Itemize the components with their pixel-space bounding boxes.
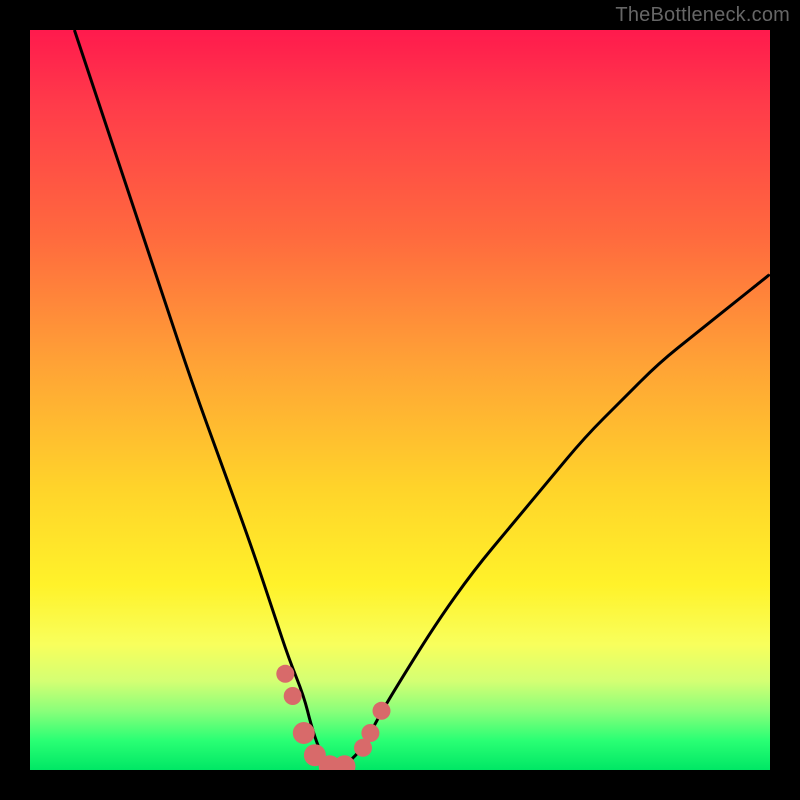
curve-marker bbox=[293, 722, 315, 744]
curve-marker bbox=[373, 702, 391, 720]
curve-marker bbox=[276, 665, 294, 683]
outer-frame: TheBottleneck.com bbox=[0, 0, 800, 800]
curve-marker bbox=[284, 687, 302, 705]
curve-markers bbox=[276, 665, 390, 770]
bottleneck-curve-svg bbox=[30, 30, 770, 770]
bottleneck-curve bbox=[74, 30, 770, 770]
curve-marker bbox=[361, 724, 379, 742]
plot-area bbox=[30, 30, 770, 770]
watermark-text: TheBottleneck.com bbox=[615, 4, 790, 27]
